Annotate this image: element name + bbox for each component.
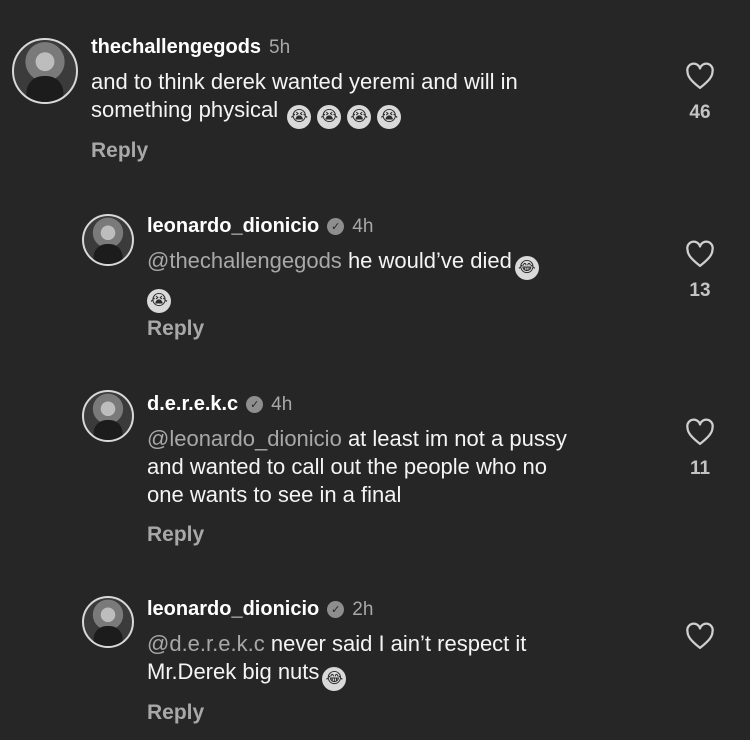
username[interactable]: leonardo_dionicio [147,598,319,621]
timestamp: 4h [352,215,374,237]
loudly-crying-face-icon: 😭 [287,105,312,129]
loudly-crying-face-icon: 😭 [377,105,402,129]
heart-icon[interactable] [685,240,715,268]
heart-icon[interactable] [685,418,715,446]
like-control: 46 [680,62,720,124]
like-control [680,622,720,650]
verified-badge-icon: ✓ [327,218,345,235]
timestamp: 4h [271,393,293,415]
username[interactable]: thechallengegods [91,36,261,59]
loudly-crying-face-icon: 😭 [147,289,171,313]
username[interactable]: leonardo_dionicio [147,215,319,238]
comment-text: @leonardo_dionicio at least im not a pus… [147,426,567,507]
reply-button[interactable]: Reply [147,523,204,547]
avatar[interactable] [82,214,134,266]
heart-icon[interactable] [685,62,715,90]
like-count: 11 [689,458,711,479]
heart-icon[interactable] [685,622,715,650]
comment-text: @thechallengegods he would’ve died 😂 😭 [147,247,542,313]
mention-link[interactable]: @leonardo_dionicio [147,426,342,451]
avatar[interactable] [82,596,134,648]
mention-link[interactable]: @d.e.r.e.k.c [147,631,265,656]
verified-badge-icon: ✓ [246,396,264,413]
like-count: 13 [689,280,711,301]
timestamp: 2h [352,598,374,620]
username[interactable]: d.e.r.e.k.c [147,393,238,416]
reply-button[interactable]: Reply [147,317,204,341]
face-with-tears-of-joy-icon: 😂 [322,667,347,691]
verified-badge-icon: ✓ [327,601,345,618]
like-control: 11 [680,418,720,480]
comment-text: @d.e.r.e.k.c never said I ain’t respect … [147,630,526,691]
reply-button[interactable]: Reply [91,139,148,163]
avatar[interactable] [12,38,78,104]
face-with-tears-of-joy-icon: 😂 [514,256,539,280]
like-control: 13 [680,240,720,302]
loudly-crying-face-icon: 😭 [317,105,342,129]
timestamp: 5h [269,36,291,58]
reply-button[interactable]: Reply [147,701,204,725]
like-count: 46 [689,102,711,123]
mention-link[interactable]: @thechallengegods [147,248,342,273]
loudly-crying-face-icon: 😭 [347,105,372,129]
avatar[interactable] [82,390,134,442]
comment-text: and to think derek wanted yeremi and wil… [91,68,518,129]
